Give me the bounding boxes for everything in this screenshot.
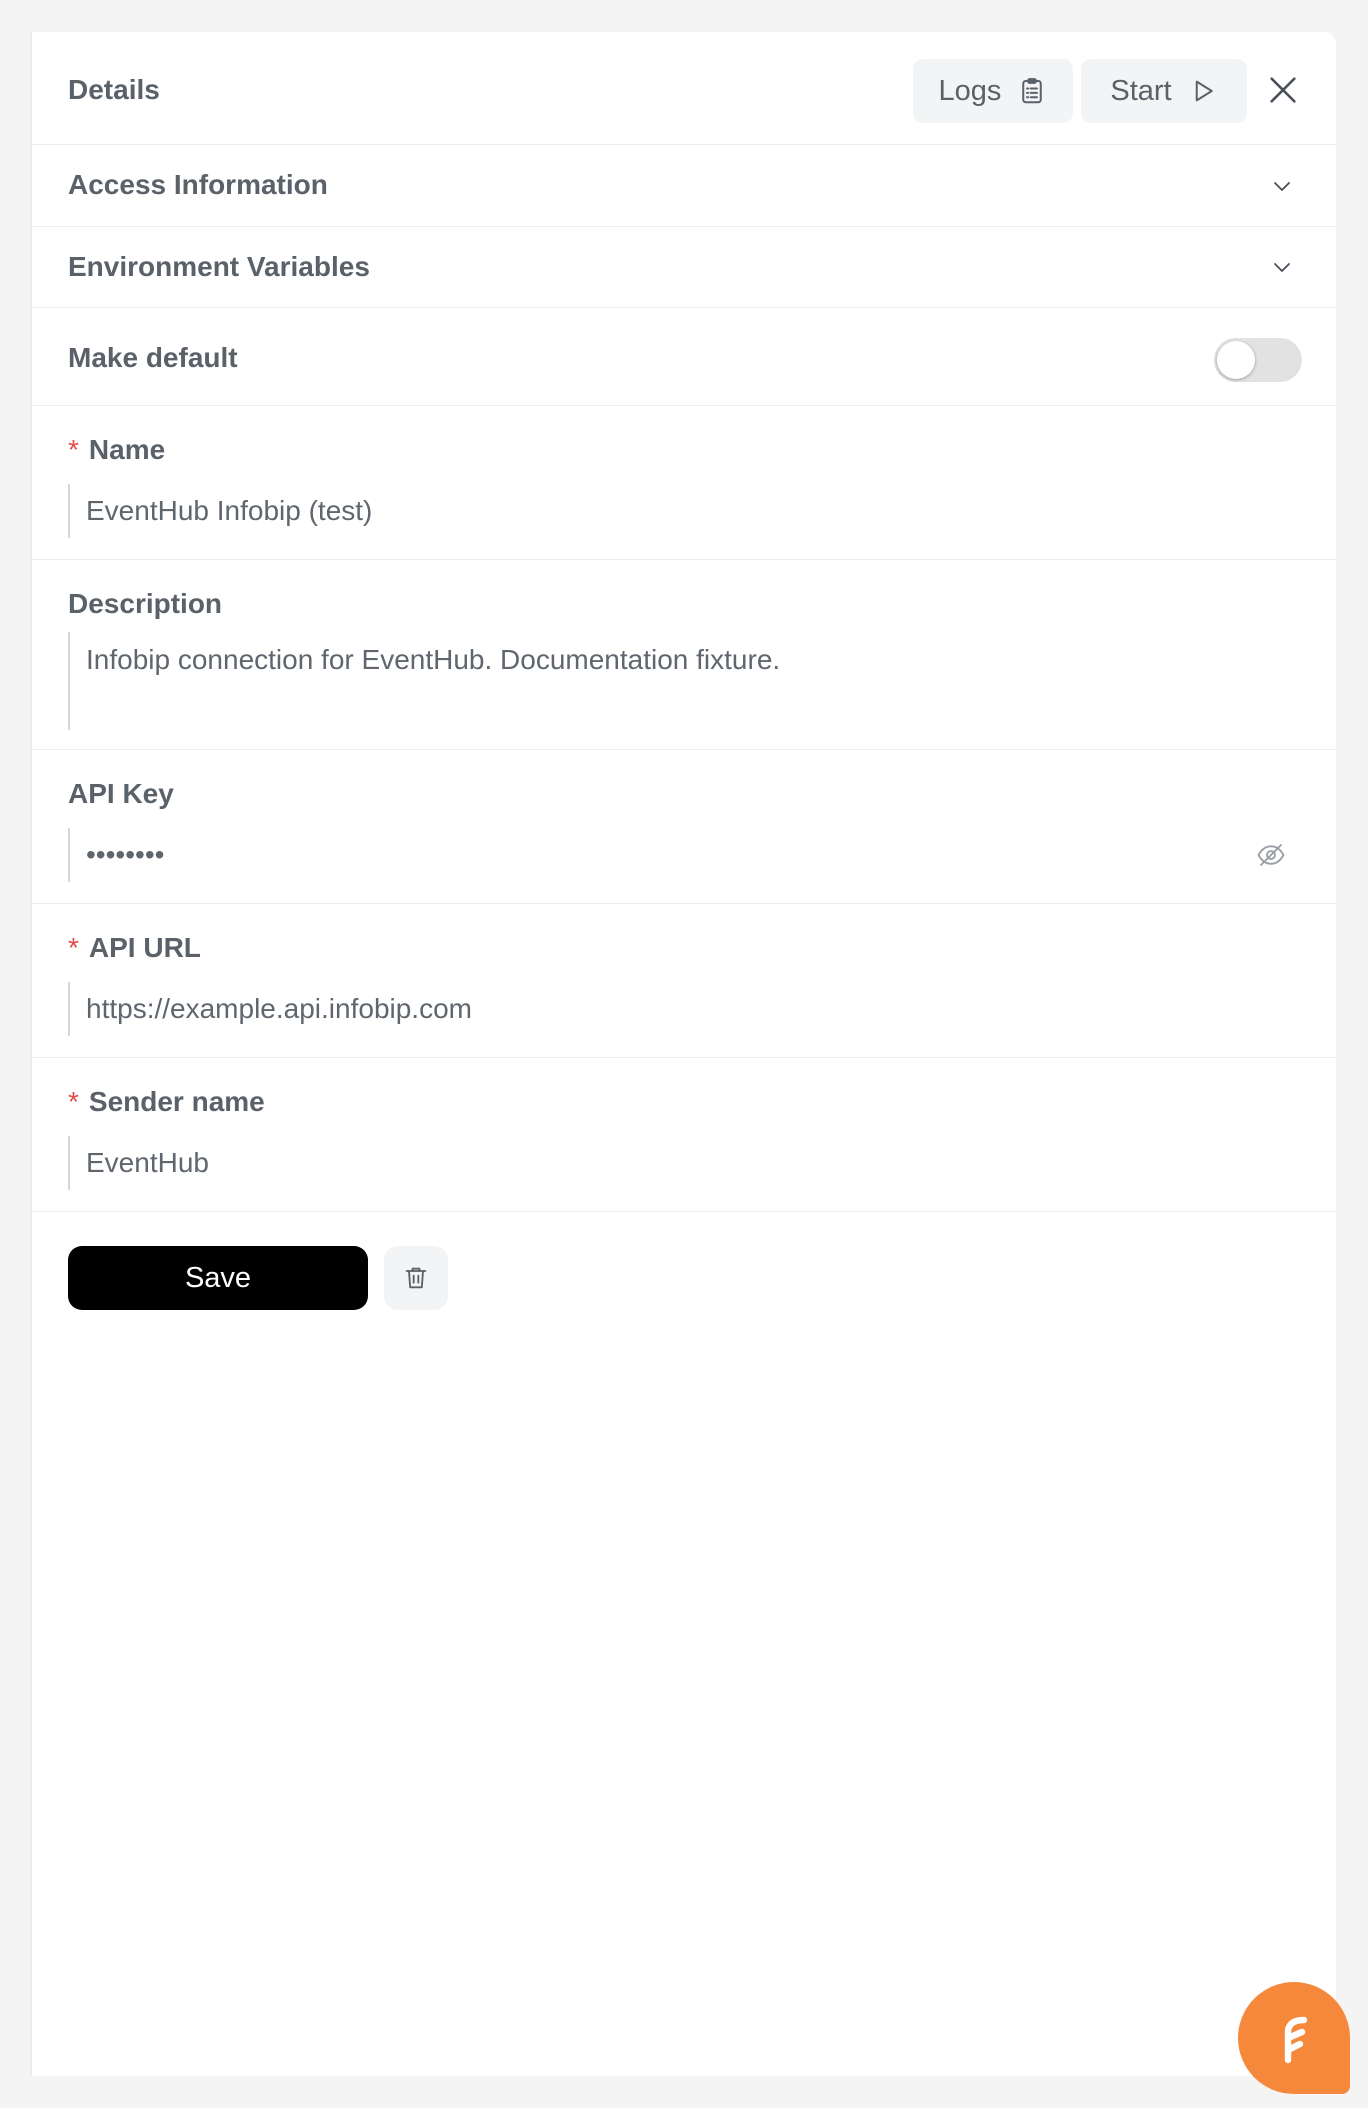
save-button[interactable]: Save [68, 1246, 368, 1310]
name-label: * Name [68, 434, 166, 465]
panel-header: Details Logs Start [32, 32, 1336, 145]
api-url-label: * API URL [68, 932, 201, 963]
api-key-input[interactable]: •••••••• [68, 828, 1302, 882]
name-field-row: * Name EventHub Infobip (test) [32, 406, 1336, 560]
api-key-value: •••••••• [86, 839, 165, 870]
sender-name-field-row: * Sender name EventHub [32, 1058, 1336, 1212]
name-input[interactable]: EventHub Infobip (test) [68, 484, 1302, 538]
details-panel: Details Logs Start Access Information En… [30, 32, 1336, 2076]
sender-name-label: * Sender name [68, 1086, 265, 1117]
description-label: Description [68, 588, 223, 619]
trash-icon [405, 1267, 427, 1289]
access-information-label: Access Information [68, 169, 328, 200]
eye-off-icon[interactable] [1256, 840, 1286, 870]
sender-name-input[interactable]: EventHub [68, 1136, 1302, 1190]
api-key-field-row: API Key •••••••• [32, 750, 1336, 904]
required-marker: * [68, 932, 79, 963]
start-button[interactable]: Start [1081, 59, 1247, 123]
page-title: Details [68, 74, 160, 105]
environment-variables-section[interactable]: Environment Variables [32, 227, 1336, 308]
api-key-label: API Key [68, 778, 174, 809]
api-url-field-row: * API URL https://example.api.infobip.com [32, 904, 1336, 1058]
description-field-row: Description Infobip connection for Event… [32, 560, 1336, 750]
access-information-section[interactable]: Access Information [32, 145, 1336, 227]
api-url-input[interactable]: https://example.api.infobip.com [68, 982, 1302, 1036]
play-icon [1195, 80, 1213, 102]
start-button-label: Start [1110, 74, 1172, 107]
make-default-label: Make default [68, 342, 238, 373]
toggle-knob [1217, 341, 1255, 379]
required-marker: * [68, 1086, 79, 1117]
required-marker: * [68, 434, 79, 465]
make-default-row: Make default [32, 308, 1336, 406]
logs-button[interactable]: Logs [913, 59, 1073, 123]
logs-button-label: Logs [938, 74, 1002, 107]
chat-widget-button[interactable] [1238, 1982, 1350, 2094]
clipboard-list-icon [1022, 78, 1043, 104]
description-textarea[interactable]: Infobip connection for EventHub. Documen… [68, 632, 1302, 730]
chevron-down-icon [1274, 181, 1290, 191]
close-icon [1270, 77, 1296, 103]
close-button[interactable] [1259, 66, 1307, 114]
chat-logo-icon [1284, 2016, 1308, 2064]
environment-variables-label: Environment Variables [68, 251, 370, 282]
make-default-toggle[interactable] [1214, 338, 1302, 382]
chevron-down-icon [1274, 263, 1290, 272]
delete-button[interactable] [384, 1246, 448, 1310]
